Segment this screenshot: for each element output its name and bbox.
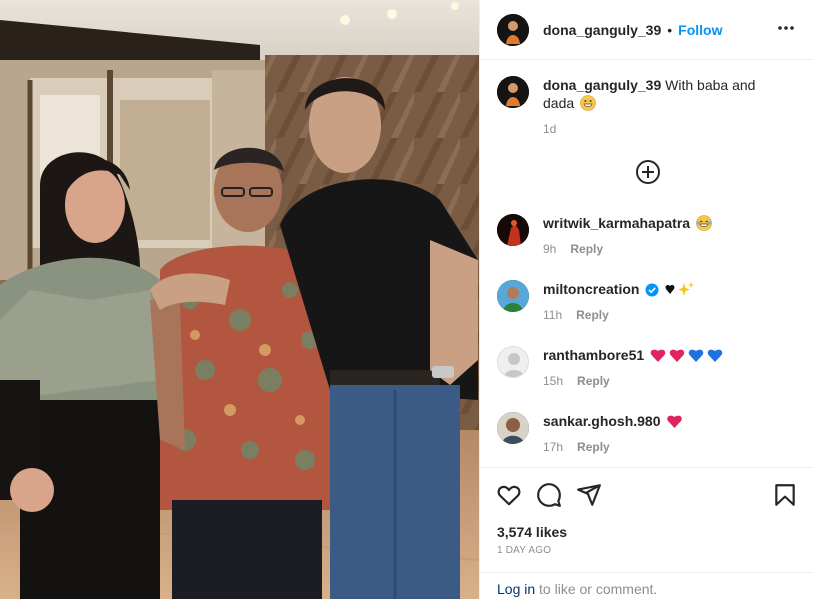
comment-item: ranthambore51 15h Reply (497, 346, 797, 390)
reply-button[interactable]: Reply (570, 240, 603, 258)
comment-item: sankar.ghosh.980 17h Reply (497, 412, 797, 456)
laughing-tears-icon (696, 215, 712, 231)
login-link[interactable]: Log in (497, 581, 535, 597)
comment-age: 17h (543, 440, 564, 454)
commenter-avatar[interactable] (497, 214, 529, 246)
post-sidebar: dona_ganguly_39 • Follow dona_ganguly_39 (479, 0, 813, 599)
more-options-icon[interactable] (776, 18, 796, 38)
share-icon[interactable] (576, 482, 602, 508)
comment-username[interactable]: ranthambore51 (543, 347, 644, 363)
login-prompt-text: to like or comment. (535, 581, 658, 597)
comment-username[interactable]: writwik_karmahapatra (543, 215, 690, 231)
caption-avatar[interactable] (497, 76, 529, 108)
post-caption: dona_ganguly_39 With baba and dada 1d (497, 76, 797, 138)
comment-age: 9h (543, 242, 557, 256)
comment-icon[interactable] (536, 482, 562, 508)
comment-body: ranthambore51 15h Reply (543, 346, 726, 390)
default-avatar-icon (498, 347, 528, 377)
caption-username[interactable]: dona_ganguly_39 (543, 77, 661, 93)
action-buttons (496, 482, 602, 508)
commenter-avatar[interactable] (497, 346, 529, 378)
commenter-avatar[interactable] (497, 412, 529, 444)
header-separator: • (667, 21, 673, 38)
follow-button[interactable]: Follow (678, 22, 722, 38)
author-avatar[interactable] (497, 13, 529, 46)
commenter-avatar-image (497, 280, 529, 312)
caption-avatar-image (497, 76, 529, 108)
verified-badge-icon (645, 283, 659, 297)
caption-body: dona_ganguly_39 With baba and dada 1d (543, 76, 783, 138)
comment-body: miltoncreation 11h Reply (543, 280, 695, 324)
red-heart-icon (667, 415, 683, 428)
comment-item: miltoncreation 11h Reply (497, 280, 797, 324)
like-heart-icon[interactable] (496, 482, 522, 508)
post-actions: 3,574 likes 1 DAY AGO Log in to like or … (480, 467, 813, 599)
commenter-avatar[interactable] (497, 280, 529, 312)
post-photo[interactable] (0, 0, 479, 599)
author-avatar-image (497, 13, 529, 46)
reply-button[interactable]: Reply (576, 306, 609, 324)
commenter-avatar-image (497, 214, 529, 246)
save-bookmark-icon[interactable] (772, 482, 798, 508)
comment-age: 15h (543, 374, 564, 388)
commenter-avatar-image (497, 412, 529, 444)
comment-body: writwik_karmahapatra 9h Reply (543, 214, 712, 258)
photo-illustration (0, 0, 479, 599)
reply-button[interactable]: Reply (577, 438, 610, 456)
post-header: dona_ganguly_39 • Follow (480, 0, 813, 60)
likes-count[interactable]: 3,574 likes (497, 524, 567, 540)
hearts-red-blue-icon (650, 349, 723, 362)
grinning-face-icon (580, 95, 596, 111)
reply-button[interactable]: Reply (577, 372, 610, 390)
comment-username[interactable]: miltoncreation (543, 281, 639, 297)
caption-age: 1d (543, 122, 557, 136)
login-prompt: Log in to like or comment. (480, 572, 813, 597)
post-date: 1 DAY AGO (497, 545, 552, 556)
post-dialog: dona_ganguly_39 • Follow dona_ganguly_39 (0, 0, 813, 599)
load-more-comments-icon[interactable] (635, 159, 661, 185)
comment-body: sankar.ghosh.980 17h Reply (543, 412, 683, 456)
comment-username[interactable]: sankar.ghosh.980 (543, 413, 661, 429)
author-username[interactable]: dona_ganguly_39 (543, 22, 661, 38)
black-heart-sparkles-icon (665, 282, 695, 296)
comment-item: writwik_karmahapatra 9h Reply (497, 214, 797, 258)
comment-age: 11h (543, 308, 563, 322)
